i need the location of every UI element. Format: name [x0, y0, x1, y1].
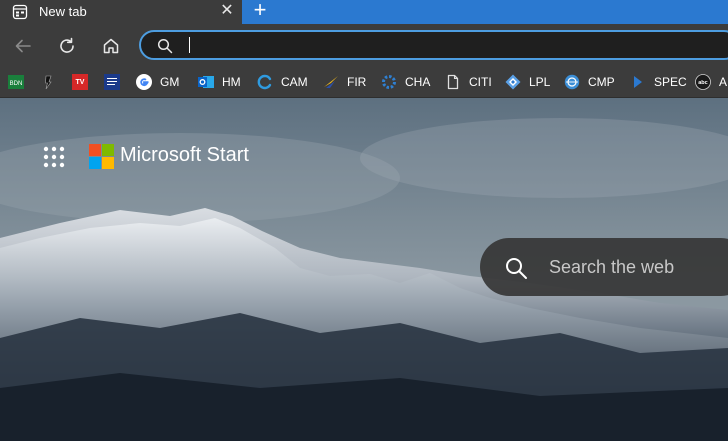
bookmark-label: A — [719, 75, 728, 89]
address-input[interactable] — [185, 35, 725, 55]
globe-icon — [564, 74, 580, 90]
web-search-box[interactable]: Search the web — [480, 238, 728, 296]
app-launcher-icon[interactable] — [43, 146, 65, 168]
bookmark-label: CITI — [469, 75, 492, 89]
start-page-background: Microsoft Start Search the web — [0, 98, 728, 441]
bdn-icon: BDN — [8, 75, 24, 89]
back-button[interactable] — [9, 32, 37, 60]
svg-text:abc: abc — [698, 80, 707, 86]
outlook-icon — [198, 76, 214, 88]
favorites-bar: BDN TV GM HM CAM FIR CHA CITI LPL CMP SP… — [0, 66, 728, 98]
svg-text:TV: TV — [76, 79, 85, 86]
bookmark-cmp[interactable]: CMP — [564, 71, 615, 93]
bookmark-label: CAM — [281, 75, 308, 89]
refresh-icon — [60, 37, 74, 53]
abc-icon: abc — [695, 74, 711, 90]
bookmark-fir[interactable]: FIR — [323, 71, 366, 93]
bookmark-spec[interactable]: SPEC — [630, 71, 687, 93]
browser-toolbar — [0, 24, 728, 66]
bookmark-label: FIR — [347, 75, 367, 89]
google-icon — [136, 74, 152, 90]
refresh-button[interactable] — [53, 32, 81, 60]
home-button[interactable] — [97, 32, 125, 60]
bookmark-citi[interactable]: CITI — [445, 71, 492, 93]
bookmark-dark-logo[interactable] — [40, 71, 64, 93]
home-icon — [103, 38, 119, 54]
dark-logo-icon — [45, 75, 52, 90]
bookmark-cam[interactable]: CAM — [257, 71, 308, 93]
search-icon — [157, 38, 173, 54]
yellow-swoosh-icon — [324, 76, 338, 88]
bookmark-bdn[interactable]: BDN — [8, 71, 32, 93]
tab-new-tab[interactable]: New tab ✕ — [0, 0, 242, 24]
close-tab-icon[interactable]: ✕ — [218, 2, 236, 20]
svg-text:BDN: BDN — [10, 81, 23, 87]
bookmark-label: GM — [160, 75, 180, 89]
gear-flower-icon — [382, 75, 396, 89]
bookmark-label: HM — [222, 75, 241, 89]
search-placeholder: Search the web — [549, 257, 675, 277]
new-tab-page-icon — [12, 4, 28, 20]
weather-channel-icon — [104, 74, 120, 90]
bookmark-label: LPL — [529, 75, 551, 89]
bookmark-label: SPEC — [654, 75, 687, 89]
bookmark-weather-channel[interactable] — [104, 71, 128, 93]
tv-guide-icon: TV — [72, 74, 88, 90]
document-icon — [447, 74, 459, 90]
address-bar[interactable] — [139, 30, 728, 60]
search-icon — [506, 258, 527, 279]
play-icon — [634, 76, 642, 88]
new-tab-button[interactable]: + — [249, 0, 271, 22]
brand-title[interactable]: Microsoft Start — [120, 144, 249, 167]
bookmark-lpl[interactable]: LPL — [505, 71, 550, 93]
diamond-icon — [505, 74, 521, 90]
bookmark-label: CHA — [405, 75, 431, 89]
bookmark-cha[interactable]: CHA — [381, 71, 430, 93]
text-caret — [189, 37, 190, 53]
bookmark-hm[interactable]: HM — [198, 71, 241, 93]
tab-strip: New tab ✕ + — [0, 0, 728, 24]
bookmark-tv-guide[interactable]: TV — [72, 71, 96, 93]
bookmark-gm[interactable]: GM — [136, 71, 179, 93]
back-arrow-icon — [15, 39, 31, 53]
bookmark-abc[interactable]: abc A — [695, 71, 727, 93]
microsoft-logo-icon — [89, 144, 114, 169]
bookmark-label: CMP — [588, 75, 615, 89]
loading-ring-icon — [257, 74, 272, 90]
tab-title: New tab — [39, 4, 87, 19]
